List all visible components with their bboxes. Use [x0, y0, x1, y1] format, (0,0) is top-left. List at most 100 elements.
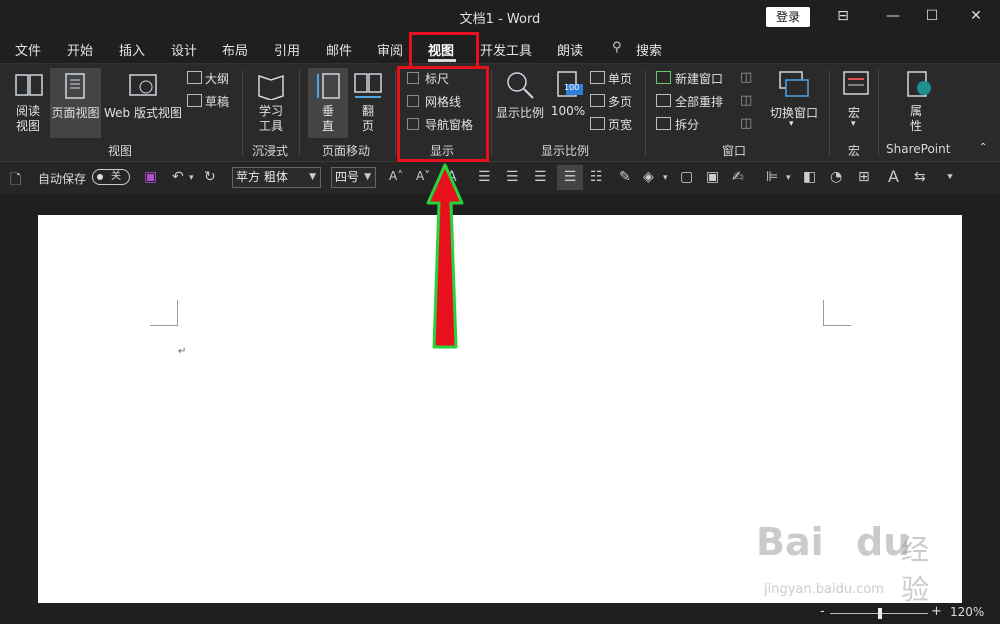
learning-tools-icon: [258, 74, 284, 100]
one-page-button[interactable]: 单页: [608, 70, 632, 87]
side-label-1: 翻: [361, 104, 374, 118]
split-button[interactable]: 拆分: [675, 116, 699, 133]
font-name-value: 苹方 粗体: [236, 170, 288, 184]
tab-developer[interactable]: 开发工具: [480, 40, 532, 59]
switch-windows-icon: [779, 71, 809, 97]
draft-button[interactable]: 草稿: [205, 93, 229, 110]
watermark-brand: Bai: [756, 520, 824, 564]
immersive-group-label: 沉浸式: [252, 144, 289, 158]
customize-toolbar-icon[interactable]: ⯆: [946, 172, 954, 183]
close-icon[interactable]: ✕: [965, 6, 987, 26]
side-label-2: 页: [361, 119, 374, 133]
text-box-icon[interactable]: ▢: [680, 169, 693, 185]
tab-read-aloud[interactable]: 朗读: [557, 40, 583, 59]
baidu-watermark: Bai du 经验 jingyan.baidu.com: [756, 510, 956, 606]
read-mode-button[interactable]: 阅读 视图: [10, 104, 46, 134]
arrange-all-button[interactable]: 全部重排: [675, 93, 723, 110]
tab-layout[interactable]: 布局: [222, 40, 248, 59]
tab-insert[interactable]: 插入: [119, 40, 145, 59]
crop-mark-right: [823, 300, 851, 326]
properties-button[interactable]: 属性: [906, 104, 926, 134]
tab-home[interactable]: 开始: [67, 40, 93, 59]
reset-window-icon[interactable]: ◫: [740, 116, 752, 131]
shapes-icon[interactable]: ◈: [643, 169, 654, 185]
shapes-dropdown-icon[interactable]: ▾: [663, 173, 668, 183]
styles-icon[interactable]: A: [888, 167, 899, 186]
wrap-text-icon[interactable]: ⇆: [914, 169, 926, 185]
learning-tools-button[interactable]: 学习 工具: [252, 104, 290, 134]
vertical-scroll-icon: [317, 73, 340, 99]
undo-icon[interactable]: ↶: [172, 169, 184, 185]
minimize-icon[interactable]: —: [882, 6, 904, 26]
highlight-box-view-tab: [409, 32, 479, 69]
ribbon-display-icon[interactable]: ⊟: [832, 6, 854, 26]
bring-forward-icon[interactable]: ◧: [803, 169, 816, 185]
ink-icon[interactable]: ✍: [732, 169, 744, 185]
save-icon[interactable]: ▣: [144, 169, 157, 185]
view-side-by-side-icon[interactable]: ◫: [740, 70, 752, 85]
read-mode-icon: [15, 74, 43, 96]
sharepoint-icon: [907, 71, 931, 97]
side-to-side-button[interactable]: 翻页: [350, 104, 386, 134]
tab-references[interactable]: 引用: [274, 40, 300, 59]
zoom-out-button[interactable]: -: [820, 604, 825, 619]
zoom-button[interactable]: 显示比例: [494, 104, 546, 121]
redo-icon[interactable]: ↻: [204, 169, 216, 185]
tab-design[interactable]: 设计: [171, 40, 197, 59]
new-window-icon: [656, 71, 671, 84]
props-label-1: 属: [909, 104, 922, 118]
autosave-toggle[interactable]: 关: [92, 169, 130, 185]
switch-windows-button[interactable]: 切换窗口: [766, 104, 822, 121]
print-layout-icon: [65, 73, 85, 99]
macros-group-label: 宏: [848, 144, 861, 158]
search-icon[interactable]: ⚲: [612, 40, 622, 55]
translate-icon[interactable]: ⊞: [858, 169, 870, 185]
sync-scroll-icon[interactable]: ◫: [740, 93, 752, 108]
outline-icon: [187, 71, 202, 84]
font-name-select[interactable]: 苹方 粗体 ▼: [232, 167, 321, 188]
maximize-icon[interactable]: ☐: [921, 6, 943, 26]
ribbon: 阅读 视图 页面视图 Web 版式视图 大纲 草稿 视图 学习 工具 沉浸式 垂直 …: [0, 63, 1000, 161]
login-button[interactable]: 登录: [766, 7, 810, 27]
switch-windows-dropdown-icon[interactable]: ▾: [789, 119, 794, 129]
multi-page-button[interactable]: 多页: [608, 93, 632, 110]
tab-file[interactable]: 文件: [15, 40, 41, 59]
read-aloud-icon[interactable]: ◔: [830, 169, 842, 185]
vertical-label-1: 垂: [321, 104, 334, 118]
tab-mailings[interactable]: 邮件: [326, 40, 352, 59]
format-painter-icon[interactable]: ✎: [619, 169, 631, 185]
font-size-value: 四号: [335, 170, 360, 184]
paragraph-mark: ↵: [178, 346, 187, 357]
picture-icon[interactable]: ▣: [706, 169, 719, 185]
tab-search[interactable]: 搜索: [636, 40, 662, 59]
font-size-select[interactable]: 四号 ▼: [331, 167, 376, 188]
hundred-percent-button[interactable]: 100%: [550, 104, 586, 118]
macros-dropdown-icon[interactable]: ▾: [851, 119, 856, 129]
status-bar: - + 120%: [0, 603, 1000, 624]
page-move-group-label: 页面移动: [322, 144, 371, 158]
divider: [299, 70, 300, 156]
align-center-icon[interactable]: ☰: [506, 169, 519, 185]
align-left-icon[interactable]: ☰: [478, 169, 491, 185]
tab-review[interactable]: 审阅: [377, 40, 403, 59]
align-right-icon[interactable]: ☰: [534, 169, 547, 185]
page-width-button[interactable]: 页宽: [608, 116, 632, 133]
new-doc-icon[interactable]: 🗋: [10, 169, 21, 193]
grow-font-icon[interactable]: A˄: [389, 169, 403, 183]
distributed-icon[interactable]: ☷: [590, 169, 603, 185]
new-window-button[interactable]: 新建窗口: [675, 70, 723, 87]
justify-icon[interactable]: ☰: [557, 165, 583, 190]
watermark-sub: 经验: [901, 533, 930, 606]
divider: [878, 70, 879, 156]
undo-dropdown-icon[interactable]: ▾: [189, 173, 194, 183]
vertical-label-2: 直: [321, 119, 334, 133]
align-dropdown-icon[interactable]: ▾: [786, 173, 791, 183]
zoom-slider-thumb[interactable]: [878, 608, 882, 619]
align-objects-icon[interactable]: ⊫: [766, 169, 778, 185]
web-layout-button[interactable]: Web 版式视图: [103, 104, 183, 121]
outline-button[interactable]: 大纲: [205, 70, 229, 87]
arrange-all-icon: [656, 94, 671, 107]
side-to-side-icon: [354, 73, 382, 98]
one-page-icon: [590, 71, 605, 84]
collapse-ribbon-icon[interactable]: ⌃: [979, 142, 987, 153]
